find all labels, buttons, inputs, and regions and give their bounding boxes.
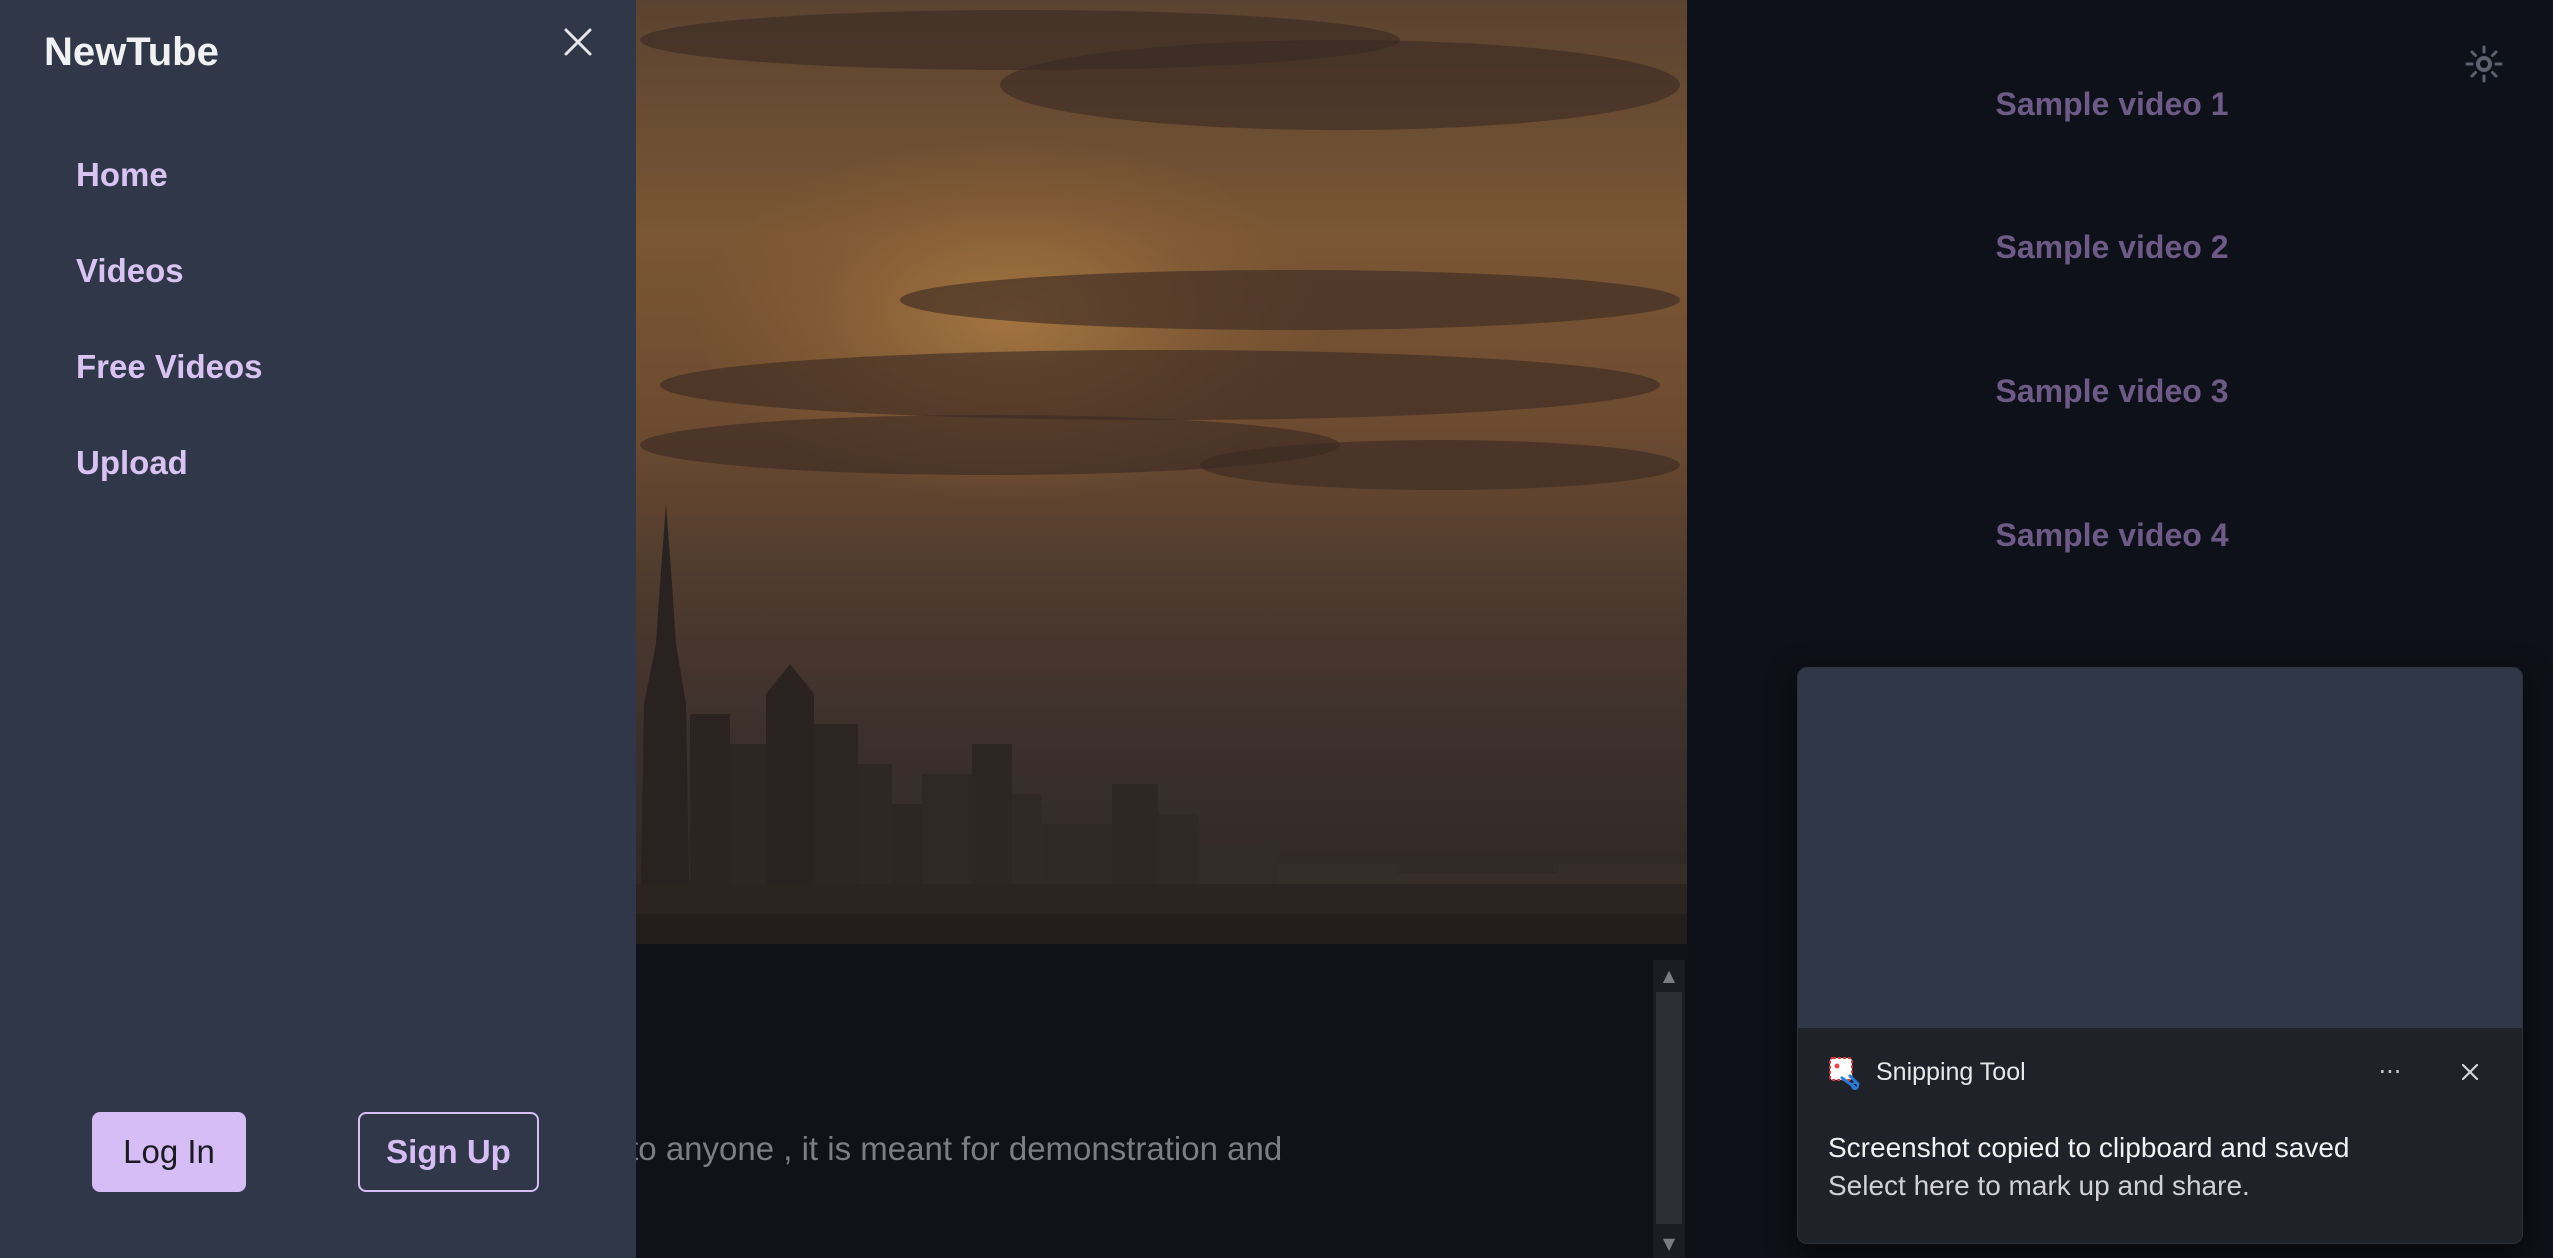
sun-icon[interactable] — [2464, 44, 2504, 84]
description-scrollbar[interactable]: ▲ ▼ — [1653, 960, 1685, 1258]
cloud — [1000, 40, 1680, 130]
signup-button[interactable]: Sign Up — [358, 1112, 539, 1192]
sample-video-item[interactable]: Sample video 1 — [1687, 86, 2537, 123]
snipping-tool-notification[interactable]: Snipping Tool ··· Screenshot copied to c… — [1797, 667, 2523, 1244]
toast-body: Select here to mark up and share. — [1828, 1170, 2250, 1201]
cloud — [900, 270, 1680, 330]
more-options-icon[interactable]: ··· — [2370, 1052, 2410, 1092]
snipping-tool-icon — [1828, 1056, 1862, 1090]
nav-upload[interactable]: Upload — [76, 444, 188, 482]
sample-video-item[interactable]: Sample video 3 — [1687, 373, 2537, 410]
scroll-thumb[interactable] — [1656, 992, 1682, 1224]
scroll-up-arrow-icon[interactable]: ▲ — [1653, 960, 1685, 990]
toast-app-name: Snipping Tool — [1876, 1058, 2026, 1086]
sample-video-item[interactable]: Sample video 2 — [1687, 229, 2537, 266]
close-icon[interactable] — [2450, 1052, 2490, 1092]
nav-home[interactable]: Home — [76, 156, 168, 194]
video-description-panel — [636, 944, 1687, 1258]
nav-videos[interactable]: Videos — [76, 252, 184, 290]
close-icon[interactable] — [560, 24, 596, 60]
login-button[interactable]: Log In — [92, 1112, 246, 1192]
scroll-down-arrow-icon[interactable]: ▼ — [1653, 1228, 1685, 1258]
side-drawer: NewTube Home Videos Free Videos Upload L… — [0, 0, 636, 1258]
nav-free-videos[interactable]: Free Videos — [76, 348, 262, 386]
screenshot-preview[interactable] — [1798, 668, 2522, 1028]
sample-video-item[interactable]: Sample video 4 — [1687, 517, 2537, 554]
toast-title: Screenshot copied to clipboard and saved — [1828, 1132, 2350, 1163]
app-logo[interactable]: NewTube — [44, 30, 219, 75]
